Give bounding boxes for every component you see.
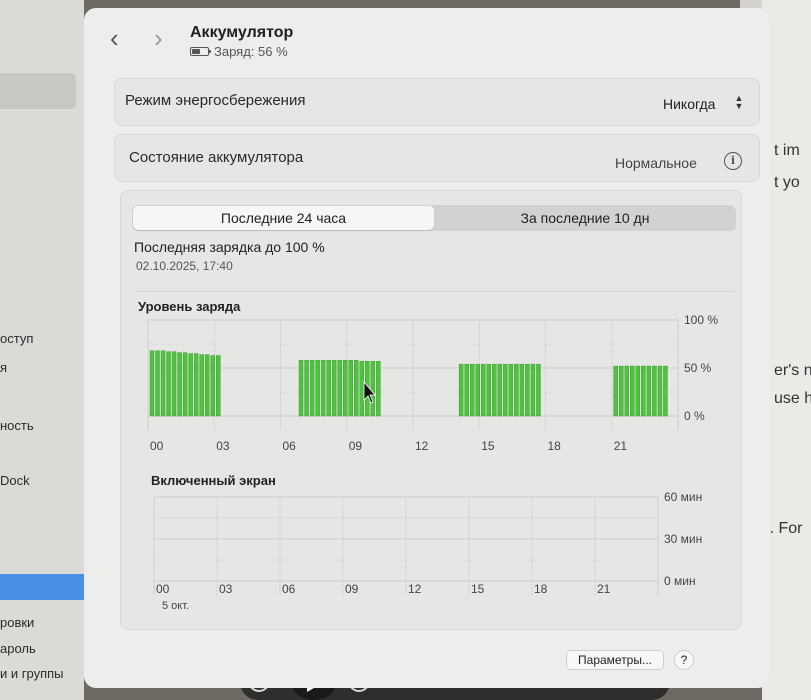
date-sublabel: 5 окт. <box>162 600 190 612</box>
y-tick-label: 0 мин <box>664 574 696 588</box>
x-tick-label: 03 <box>219 582 233 596</box>
document-text-line: t im <box>774 142 800 159</box>
help-button[interactable]: ? <box>674 650 694 670</box>
document-text-line: t yo <box>774 174 800 191</box>
x-tick-label: 06 <box>282 582 296 596</box>
x-tick-label: 18 <box>534 582 548 596</box>
sidebar-item[interactable]: оступ <box>0 331 33 346</box>
sidebar-item[interactable]: ровки <box>0 615 34 630</box>
x-tick-label: 09 <box>345 582 359 596</box>
screen-on-chart: 60 мин 30 мин 0 мин 00 03 06 09 12 15 18 21 <box>153 490 702 596</box>
x-tick-label: 21 <box>597 582 611 596</box>
y-tick-label: 30 мин <box>664 532 702 546</box>
document-text-line: use his <box>774 390 811 407</box>
sidebar-item[interactable]: Dock <box>0 473 30 488</box>
x-tick-label: 15 <box>471 582 485 596</box>
sidebar-item[interactable]: ность <box>0 418 34 433</box>
sidebar-item[interactable]: я <box>0 360 7 375</box>
sidebar-item[interactable]: и и группы <box>0 666 64 681</box>
sidebar-item[interactable]: ароль <box>0 641 36 656</box>
y-tick-label: 60 мин <box>664 490 702 504</box>
x-tick-label: 12 <box>408 582 422 596</box>
document-text-line: er's nar <box>774 362 811 379</box>
x-tick-label: 00 <box>156 582 170 596</box>
battery-settings-window: ‹ › Аккумулятор Заряд: 56 % Режим энерго… <box>84 8 770 688</box>
sidebar-selection-top <box>0 73 76 109</box>
options-button[interactable]: Параметры... <box>566 650 664 670</box>
